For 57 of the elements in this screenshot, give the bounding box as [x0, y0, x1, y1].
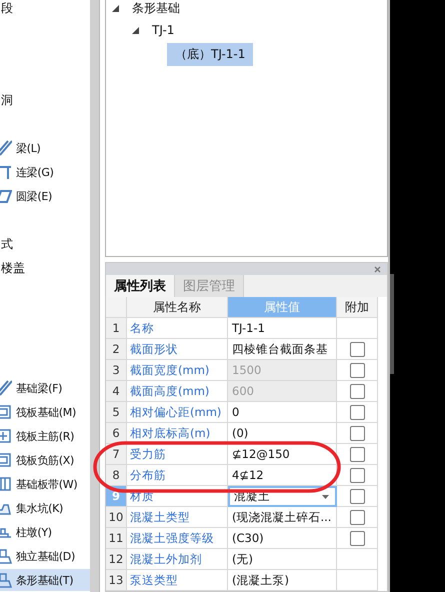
row-number: 10: [106, 507, 127, 528]
column-header: 属性名称: [127, 297, 228, 318]
section-heading: 式: [1, 236, 13, 252]
tree-item[interactable]: 条形基础: [124, 0, 188, 20]
property-value[interactable]: 4⊈12: [228, 465, 337, 486]
property-value[interactable]: (无): [228, 549, 337, 570]
sidebar-item[interactable]: 独立基础(D): [0, 545, 90, 567]
checkbox[interactable]: [350, 488, 364, 504]
property-value[interactable]: 0: [228, 402, 337, 423]
checkbox[interactable]: [350, 404, 364, 420]
checkbox[interactable]: [350, 468, 364, 482]
property-value[interactable]: (现浇混凝土碎石...: [228, 507, 337, 528]
section-heading: 楼盖: [1, 260, 25, 276]
sidebar-item[interactable]: 连梁(G): [0, 161, 90, 183]
sidebar-item[interactable]: 筏板主筋(R): [0, 425, 90, 447]
expand-icon[interactable]: [132, 26, 139, 34]
row-number: 11: [106, 528, 127, 549]
sidebar-item[interactable]: 基础板带(W): [0, 473, 90, 495]
tree-item[interactable]: （底）TJ-1-1: [167, 42, 254, 66]
table-cell: [337, 570, 378, 591]
row-number: 1: [106, 318, 127, 339]
sidebar-item[interactable]: 柱墩(Y): [0, 521, 90, 543]
property-value[interactable]: TJ-1-1: [228, 318, 337, 339]
checkbox[interactable]: [350, 530, 364, 546]
sidebar-item[interactable]: 条形基础(T): [0, 569, 90, 591]
sidebar-item[interactable]: 基础梁(F): [0, 377, 90, 399]
section-heading: 段: [1, 0, 13, 16]
sidebar-item[interactable]: 梁(L): [0, 137, 90, 159]
sidebar-item[interactable]: 筏板基础(M): [0, 401, 90, 423]
row-number: 8: [106, 465, 127, 486]
checkbox[interactable]: [350, 446, 364, 462]
column-header: 属性值: [228, 297, 337, 318]
sidebar-item[interactable]: 圆梁(E): [0, 185, 90, 207]
row-number: 4: [106, 381, 127, 402]
sidebar-item[interactable]: 筏板负筋(X): [0, 449, 90, 471]
property-value[interactable]: ⊈12@150: [228, 444, 337, 465]
close-icon[interactable]: [374, 266, 381, 272]
sidebar-item[interactable]: 集水坑(K): [0, 497, 90, 519]
tab[interactable]: 属性列表: [106, 275, 175, 297]
row-number: 2: [106, 339, 127, 360]
row-number: 12: [106, 549, 127, 570]
caret-icon: [322, 494, 329, 498]
checkbox[interactable]: [350, 426, 364, 440]
property-value[interactable]: (C30): [228, 528, 337, 549]
tree-item[interactable]: TJ-1: [144, 20, 182, 40]
checkbox[interactable]: [350, 342, 364, 356]
property-value[interactable]: (混凝土泵): [228, 570, 337, 591]
section-heading: 洞: [1, 92, 13, 108]
row-number: 3: [106, 360, 127, 381]
row-number: 6: [106, 423, 127, 444]
expand-icon[interactable]: [112, 4, 119, 12]
checkbox[interactable]: [350, 510, 364, 524]
row-number: 13: [106, 570, 127, 591]
column-header: 附加: [337, 297, 378, 318]
scrollbar-thumb[interactable]: [390, 274, 394, 374]
row-number: 5: [106, 402, 127, 423]
property-value[interactable]: 四棱锥台截面条基: [228, 339, 337, 360]
